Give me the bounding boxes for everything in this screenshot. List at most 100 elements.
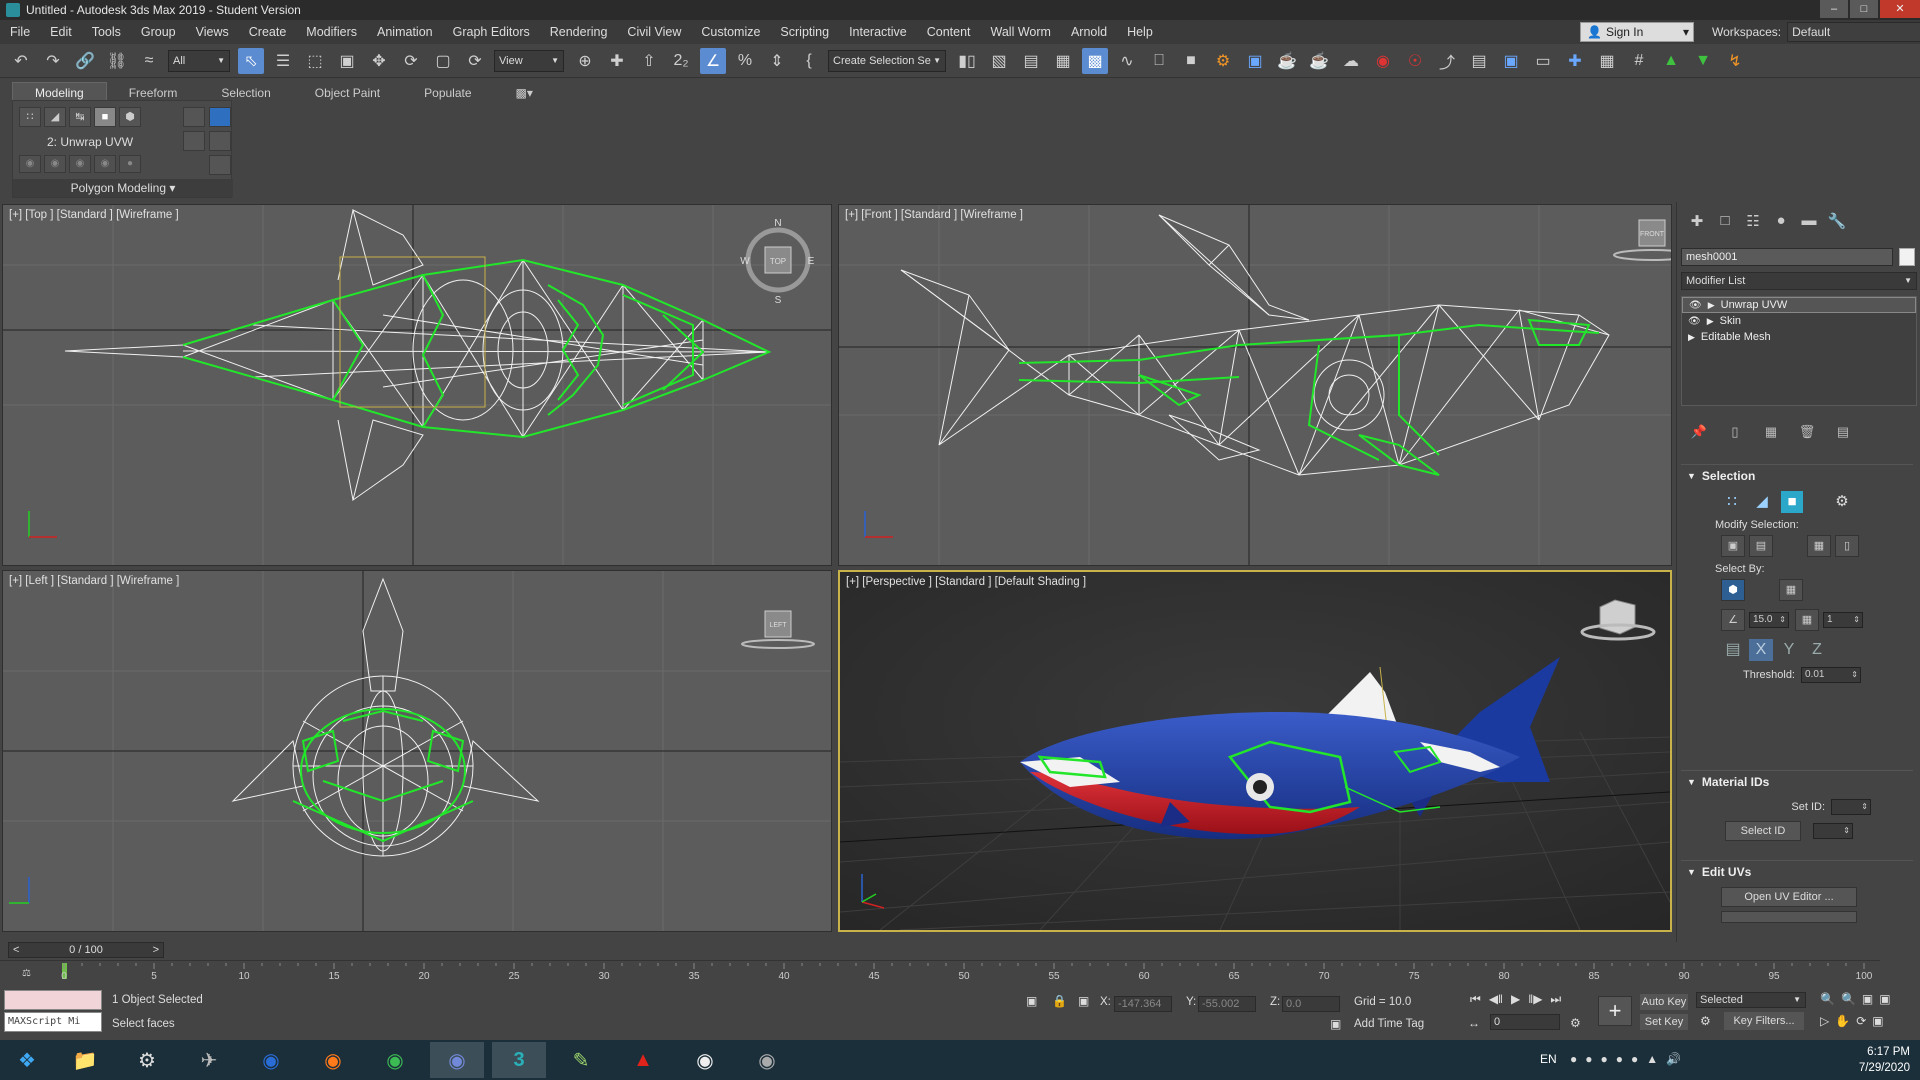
vmf-export-icon[interactable]: ▭ [1530, 48, 1556, 74]
menu-create[interactable]: Create [239, 25, 297, 39]
menu-rendering[interactable]: Rendering [540, 25, 618, 39]
network-icon[interactable]: ▲ [1646, 1052, 1658, 1066]
menu-civil-view[interactable]: Civil View [617, 25, 691, 39]
menu-help[interactable]: Help [1117, 25, 1163, 39]
menu-modifiers[interactable]: Modifiers [296, 25, 367, 39]
time-next-icon[interactable]: > [153, 943, 159, 957]
x-axis-button[interactable]: X [1749, 639, 1773, 661]
element-select-icon[interactable]: ⚙ [1831, 491, 1853, 513]
arnold-tool-icon[interactable]: ▤ [1466, 48, 1492, 74]
reference-coord-dropdown[interactable]: View ▼ [494, 49, 564, 72]
viewcube-left[interactable]: LEFT [741, 610, 815, 649]
tray-icon-3[interactable]: ● [1601, 1052, 1608, 1066]
menu-group[interactable]: Group [131, 25, 186, 39]
move-icon[interactable]: ✥ [366, 48, 392, 74]
menu-tools[interactable]: Tools [82, 25, 131, 39]
layer-explorer-icon[interactable]: ▦ [1050, 48, 1076, 74]
viewport-left[interactable]: [+] [Left ] [Standard ] [Wireframe ] LEF… [2, 570, 832, 932]
viewport-perspective[interactable]: [+] [Perspective ] [Standard ] [Default … [838, 570, 1672, 932]
planar-angle-icon[interactable]: ∠ [1721, 609, 1745, 631]
percent-snap-icon[interactable]: % [732, 48, 758, 74]
viewport-front-label[interactable]: [+] [Front ] [Standard ] [Wireframe ] [845, 209, 1023, 221]
grid-icon[interactable]: ▦ [1594, 48, 1620, 74]
steam-icon[interactable]: ⚙ [120, 1042, 174, 1078]
windows-start-icon[interactable]: ❖ [0, 1042, 54, 1078]
time-configuration-icon[interactable]: ⚙ [1570, 1016, 1581, 1030]
time-slider[interactable]: < 0 / 100 > [8, 942, 164, 958]
time-config-icon[interactable]: ↔ [1468, 1016, 1480, 1030]
planar-angle-spinner[interactable]: 15.0 ⇕ [1749, 612, 1789, 628]
zoom-extents-icon[interactable]: ▣ [1862, 992, 1873, 1006]
zoom-extents-all-icon[interactable]: ▣ [1879, 992, 1890, 1006]
app-blue-icon[interactable]: ◉ [244, 1042, 298, 1078]
render-icon[interactable]: ☕ [1274, 48, 1300, 74]
configure-modifier-sets-icon[interactable]: ▤ [1831, 424, 1855, 442]
select-count-spinner[interactable]: 1 ⇕ [1823, 612, 1863, 628]
threshold-spinner[interactable]: 0.01 ⇕ [1801, 667, 1861, 683]
symmetry-icon[interactable]: ▤ [1721, 639, 1745, 661]
track-bar-icon[interactable]: ⚖ [22, 968, 31, 979]
menu-wall-worm[interactable]: Wall Worm [981, 25, 1061, 39]
menu-interactive[interactable]: Interactive [839, 25, 917, 39]
next-frame-icon[interactable]: ‖▶ [1528, 992, 1542, 1007]
visibility-eye-icon[interactable]: 👁 [1689, 300, 1702, 311]
select-count-icon[interactable]: ▦ [1795, 609, 1819, 631]
snaps-icon[interactable]: 2₂ [668, 48, 694, 74]
key-filters-icon[interactable]: ⚙ [1700, 1014, 1711, 1028]
wall-worm-icon[interactable]: ▲ [1658, 48, 1684, 74]
sign-in-dropdown[interactable]: 👤 Sign In ▾ [1580, 22, 1694, 42]
tray-icon-2[interactable]: ● [1585, 1052, 1592, 1066]
add-icon[interactable]: ✚ [1562, 48, 1588, 74]
grow-selection-button[interactable]: ▣ [1721, 535, 1745, 557]
viewport-perspective-label[interactable]: [+] [Perspective ] [Standard ] [Default … [846, 576, 1086, 588]
ribbon-side-4-icon[interactable] [209, 131, 231, 151]
polygon-select-icon[interactable]: ■ [1781, 491, 1803, 513]
gimp-icon[interactable]: ◉ [740, 1042, 794, 1078]
maxscript-listener[interactable] [4, 990, 102, 1010]
align-icon[interactable]: ▧ [986, 48, 1012, 74]
manipulate-icon[interactable]: ✚ [604, 48, 630, 74]
tool-app-icon[interactable]: ✈ [182, 1042, 236, 1078]
minimize-button[interactable]: – [1820, 0, 1848, 18]
edit-named-selection-icon[interactable]: { [796, 48, 822, 74]
y-axis-button[interactable]: Y [1777, 639, 1801, 661]
select-by-uv-button[interactable]: ▦ [1779, 579, 1803, 601]
menu-animation[interactable]: Animation [367, 25, 443, 39]
utilities-tab-icon[interactable]: 🔧 [1823, 212, 1851, 234]
ribbon-tool-1-icon[interactable]: ◉ [19, 155, 41, 173]
spinner-snap-icon[interactable]: ⇕ [764, 48, 790, 74]
place-icon[interactable]: ⟳ [462, 48, 488, 74]
open-uv-editor-button[interactable]: Open UV Editor ... [1721, 887, 1857, 907]
modifier-list-dropdown[interactable]: Modifier List ▼ [1681, 272, 1917, 290]
viewport-top[interactable]: [+] [Top ] [Standard ] [Wireframe ] TOP … [2, 204, 832, 566]
make-unique-icon[interactable]: ▦ [1759, 424, 1783, 442]
undo-icon[interactable]: ↶ [8, 48, 34, 74]
auto-key-button[interactable]: Auto Key [1640, 994, 1688, 1010]
x-coordinate-field[interactable]: -147.364 [1114, 996, 1172, 1012]
ring-selection-button[interactable]: ▯ [1835, 535, 1859, 557]
loop-selection-button[interactable]: ▦ [1807, 535, 1831, 557]
angle-snap-icon[interactable]: ∠ [700, 47, 726, 74]
viewport-left-label[interactable]: [+] [Left ] [Standard ] [Wireframe ] [9, 575, 179, 587]
object-color-swatch[interactable] [1899, 248, 1915, 266]
rotate-icon[interactable]: ⟳ [398, 48, 424, 74]
menu-views[interactable]: Views [186, 25, 239, 39]
pan-icon[interactable]: ✋ [1835, 1014, 1850, 1028]
ribbon-side-3-icon[interactable] [209, 107, 231, 127]
absolute-mode-icon[interactable]: ▣ [1078, 994, 1089, 1008]
set-key-big-button[interactable]: + [1598, 996, 1632, 1026]
vertex-mode-icon[interactable]: ∷ [19, 107, 41, 127]
wall-worm-tool-icon[interactable]: ↯ [1722, 48, 1748, 74]
select-by-name-icon[interactable]: ☰ [270, 48, 296, 74]
viewport-top-label[interactable]: [+] [Top ] [Standard ] [Wireframe ] [9, 209, 179, 221]
keyboard-shortcut-icon[interactable]: ⇧ [636, 48, 662, 74]
schematic-view-icon[interactable]: ⎕ [1146, 48, 1172, 74]
ribbon-side-5-icon[interactable] [209, 155, 231, 175]
select-object-icon[interactable]: ⬁ [238, 47, 264, 74]
remove-modifier-icon[interactable]: 🗑 [1795, 424, 1819, 442]
visibility-eye-icon[interactable]: 👁 [1688, 316, 1701, 327]
dark-app-icon[interactable]: ◉ [678, 1042, 732, 1078]
menu-content[interactable]: Content [917, 25, 981, 39]
menu-edit[interactable]: Edit [40, 25, 82, 39]
named-selection-set-dropdown[interactable]: Create Selection Se ▼ [828, 49, 946, 72]
